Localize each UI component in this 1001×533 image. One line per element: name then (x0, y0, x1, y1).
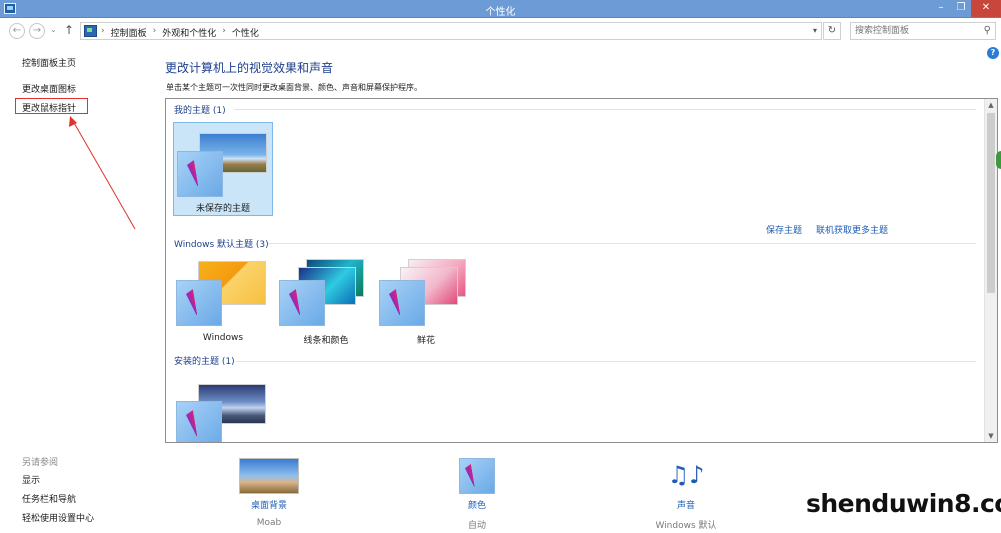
window-title: 个性化 (485, 7, 516, 18)
theme-tile-flowers[interactable]: 鲜花 (376, 256, 476, 350)
theme-list[interactable]: 我的主题 (1) 未保存的主题 保存主题 联机获取更多主题 Windows 默认… (165, 98, 998, 443)
sounds-label[interactable]: 声音 (650, 498, 722, 511)
theme-tile-windows[interactable]: Windows (173, 256, 273, 350)
up-arrow-icon[interactable]: ↑ (64, 23, 74, 37)
color-palette-icon (177, 151, 223, 197)
watermark: shenduwin8.com (806, 489, 1001, 518)
desktop-background-thumbnail[interactable] (239, 458, 299, 494)
color-palette-icon (176, 401, 222, 442)
get-more-themes-online-link[interactable]: 联机获取更多主题 (816, 223, 888, 236)
control-panel-icon (84, 25, 97, 37)
address-bar[interactable]: › 控制面板 › 外观和个性化 › 个性化 (80, 22, 822, 40)
sounds-setting[interactable]: ♫♪ 声音 Windows 默认 (650, 456, 722, 531)
theme-tile-lines-colors[interactable]: 线条和颜色 (276, 256, 376, 350)
page-title: 更改计算机上的视觉效果和声音 (165, 61, 334, 75)
address-dropdown-icon[interactable]: ▾ (808, 22, 822, 40)
divider (234, 109, 976, 110)
scrollbar-thumb[interactable] (987, 113, 995, 293)
back-button[interactable]: ← (9, 23, 25, 39)
sounds-value: Windows 默认 (655, 521, 717, 531)
help-icon[interactable]: ? (987, 47, 999, 59)
refresh-icon[interactable]: ↻ (823, 22, 841, 40)
see-also-heading: 另请参阅 (22, 458, 59, 468)
search-input[interactable] (855, 24, 975, 38)
forward-button[interactable]: → (29, 23, 45, 39)
music-notes-icon[interactable]: ♫♪ (650, 456, 722, 494)
theme-label: Windows (202, 333, 244, 343)
save-theme-link[interactable]: 保存主题 (766, 223, 802, 236)
desktop-background-label[interactable]: 桌面背景 (238, 498, 300, 511)
search-icon[interactable]: ⚲ (984, 25, 991, 36)
maximize-button[interactable]: ❐ (952, 0, 970, 17)
breadcrumb-chevron-icon[interactable]: › (153, 26, 157, 39)
theme-label: 线条和颜色 (303, 336, 349, 346)
recent-locations-chevron-icon[interactable]: ⌄ (50, 25, 57, 34)
ease-of-access-link[interactable]: 轻松使用设置中心 (22, 511, 94, 524)
color-value: 自动 (467, 521, 486, 531)
color-label[interactable]: 颜色 (447, 498, 507, 511)
title-bar: 个性化 – ❐ ✕ (0, 0, 1001, 18)
taskbar-navigation-link[interactable]: 任务栏和导航 (22, 492, 76, 505)
color-palette-icon[interactable] (459, 458, 495, 494)
breadcrumb-control-panel[interactable]: 控制面板 (111, 26, 147, 39)
color-palette-icon (279, 280, 325, 326)
scroll-up-icon[interactable]: ▲ (985, 99, 997, 111)
breadcrumb: › 控制面板 › 外观和个性化 › 个性化 (101, 26, 259, 39)
desktop-background-value: Moab (256, 518, 282, 528)
breadcrumb-appearance[interactable]: 外观和个性化 (162, 26, 216, 39)
change-desktop-icons-link[interactable]: 更改桌面图标 (22, 82, 76, 95)
annotation-highlight-box (15, 98, 88, 114)
breadcrumb-chevron-icon[interactable]: › (101, 26, 105, 39)
breadcrumb-chevron-icon[interactable]: › (222, 26, 226, 39)
divider (268, 243, 976, 244)
color-setting[interactable]: 颜色 自动 (447, 458, 507, 531)
color-palette-icon (176, 280, 222, 326)
control-panel-home-link[interactable]: 控制面板主页 (22, 56, 76, 69)
display-link[interactable]: 显示 (22, 473, 40, 486)
theme-tile-installed[interactable] (173, 374, 273, 442)
color-palette-icon (379, 280, 425, 326)
minimize-button[interactable]: – (932, 0, 950, 17)
vertical-scrollbar[interactable]: ▲ ▼ (984, 99, 997, 442)
my-themes-heading: 我的主题 (1) (174, 106, 226, 116)
edge-tab (996, 151, 1001, 169)
theme-label: 鲜花 (416, 336, 435, 346)
installed-themes-heading: 安装的主题 (1) (174, 357, 235, 367)
theme-label: 未保存的主题 (195, 204, 250, 214)
scroll-down-icon[interactable]: ▼ (985, 430, 997, 442)
page-description: 单击某个主题可一次性同时更改桌面背景、颜色、声音和屏幕保护程序。 (166, 83, 422, 92)
breadcrumb-personalization[interactable]: 个性化 (232, 26, 259, 39)
close-button[interactable]: ✕ (971, 0, 1001, 17)
search-box[interactable]: ⚲ (850, 22, 996, 40)
windows-themes-heading: Windows 默认主题 (3) (174, 240, 269, 250)
desktop-background-setting[interactable]: 桌面背景 Moab (238, 458, 300, 528)
annotation-arrow (69, 116, 136, 230)
divider (236, 361, 976, 362)
theme-tile-unsaved[interactable]: 未保存的主题 (173, 122, 273, 216)
